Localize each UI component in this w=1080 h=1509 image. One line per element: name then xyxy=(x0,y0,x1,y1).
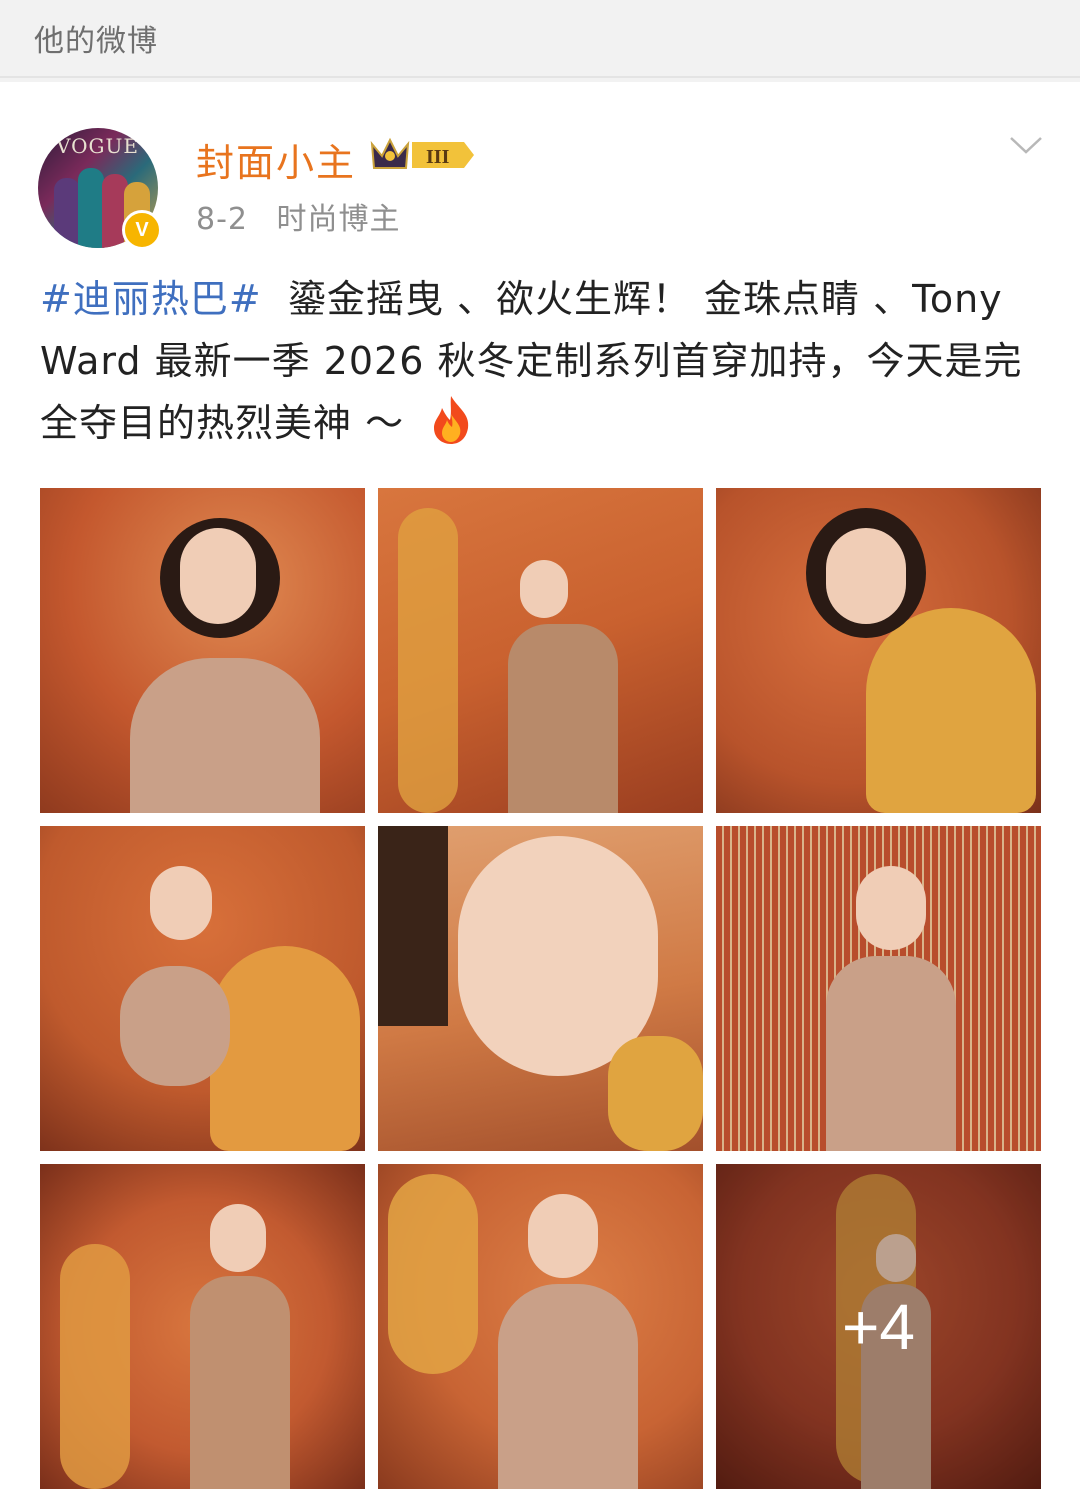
avatar-cover-text: VOGUE xyxy=(56,134,139,158)
weibo-post-card[interactable]: VOGUE V 封面小主 III 8-2 时尚博主 #迪丽热巴# 鎏金摇曳 、欲… xyxy=(0,82,1080,1509)
post-image[interactable] xyxy=(40,826,365,1151)
post-image[interactable] xyxy=(40,488,365,813)
verified-badge: V xyxy=(122,210,162,250)
post-image[interactable] xyxy=(378,826,703,1151)
post-image[interactable] xyxy=(378,1164,703,1489)
author-avatar[interactable]: VOGUE V xyxy=(38,128,162,250)
post-date: 8-2 xyxy=(196,202,248,237)
crown-level-icon[interactable]: III xyxy=(368,134,476,176)
post-image[interactable] xyxy=(716,826,1041,1151)
post-image[interactable] xyxy=(378,488,703,813)
post-meta: 8-2 时尚博主 xyxy=(196,194,401,238)
top-bar: 他的微博 xyxy=(0,0,1080,78)
page-title: 他的微博 xyxy=(34,24,158,59)
level-text: III xyxy=(426,146,450,168)
hashtag-link[interactable]: #迪丽热巴# xyxy=(40,277,262,321)
image-grid: +4 xyxy=(40,488,1041,1489)
post-image[interactable] xyxy=(716,488,1041,813)
chevron-down-icon[interactable] xyxy=(1008,132,1044,158)
fire-emoji-icon xyxy=(434,396,469,444)
post-image[interactable] xyxy=(40,1164,365,1489)
post-image-more[interactable]: +4 xyxy=(716,1164,1041,1489)
author-category: 时尚博主 xyxy=(276,202,401,237)
author-name[interactable]: 封面小主 xyxy=(196,132,356,187)
post-text: #迪丽热巴# 鎏金摇曳 、欲火生辉！ 金珠点睛 、Tony Ward 最新一季 … xyxy=(40,268,1050,454)
more-images-count[interactable]: +4 xyxy=(716,1164,1041,1489)
